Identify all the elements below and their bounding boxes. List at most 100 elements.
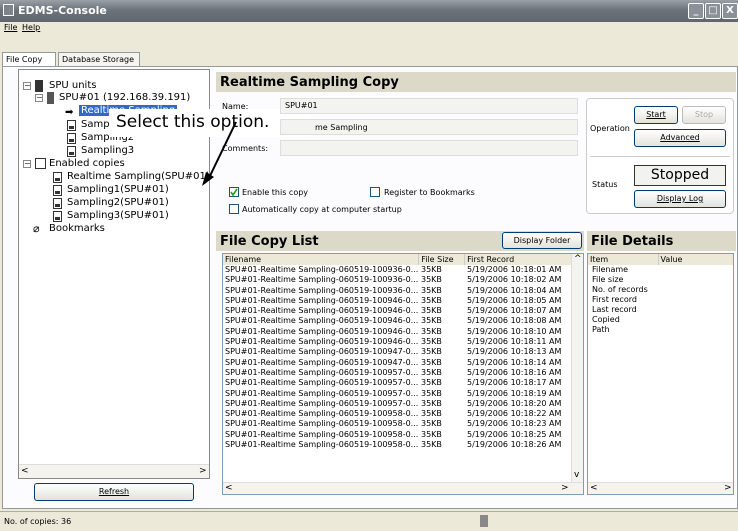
tree-enabled-copies[interactable]: Enabled copies	[49, 158, 125, 169]
table-row[interactable]: SPU#01-Realtime Sampling-060519-100957-0…	[223, 378, 573, 388]
tree-spu01[interactable]: SPU#01 (192.168.39.191)	[59, 92, 190, 103]
list-hscrollbar[interactable]: < >	[223, 482, 583, 494]
tree-spu-units[interactable]: SPU units	[49, 80, 96, 91]
register-bookmarks-checkbox[interactable]	[370, 187, 380, 197]
menu-help[interactable]: Help	[22, 23, 40, 32]
tree-copy-sampling3[interactable]: Sampling3(SPU#01)	[67, 210, 169, 221]
details-hscrollbar[interactable]: < >	[588, 482, 733, 494]
menu-bar: File Help	[0, 22, 738, 36]
start-button[interactable]: Start	[634, 106, 678, 124]
status-label: Status	[592, 180, 618, 189]
table-row[interactable]: SPU#01-Realtime Sampling-060519-100946-0…	[223, 337, 573, 347]
col-first-record[interactable]: First Record	[464, 254, 573, 265]
detail-item: Copied	[592, 315, 620, 324]
cell-file-size: 35KB	[421, 316, 442, 326]
table-row[interactable]: SPU#01-Realtime Sampling-060519-100958-0…	[223, 440, 573, 450]
table-row[interactable]: SPU#01-Realtime Sampling-060519-100957-0…	[223, 389, 573, 399]
table-row[interactable]: SPU#01-Realtime Sampling-060519-100936-0…	[223, 286, 573, 296]
status-badge: Stopped	[634, 165, 726, 186]
cell-filename: SPU#01-Realtime Sampling-060519-100957-0…	[225, 398, 419, 408]
cell-file-size: 35KB	[421, 347, 442, 357]
scroll-right-icon[interactable]: >	[561, 483, 569, 493]
table-row[interactable]: SPU#01-Realtime Sampling-060519-100946-0…	[223, 316, 573, 326]
copies-count: No. of copies: 36	[4, 517, 72, 526]
app-icon	[3, 4, 14, 16]
scroll-up-icon[interactable]: ^	[574, 254, 582, 264]
minimize-icon[interactable]: _	[688, 3, 704, 19]
table-row[interactable]: SPU#01-Realtime Sampling-060519-100946-0…	[223, 306, 573, 316]
file-icon	[53, 211, 62, 222]
table-row[interactable]: SPU#01-Realtime Sampling-060519-100947-0…	[223, 358, 573, 368]
source-field[interactable]: me Sampling	[280, 119, 578, 135]
advanced-button[interactable]: Advanced	[634, 129, 726, 147]
cell-filename: SPU#01-Realtime Sampling-060519-100936-0…	[225, 265, 419, 274]
tree-bookmarks[interactable]: Bookmarks	[49, 223, 105, 234]
close-icon[interactable]: X	[722, 3, 738, 19]
col-item[interactable]: Item	[588, 254, 659, 265]
tree-copy-sampling1[interactable]: Sampling1(SPU#01)	[67, 184, 169, 195]
auto-copy-checkbox[interactable]	[229, 204, 239, 214]
col-value[interactable]: Value	[658, 254, 733, 265]
cell-filename: SPU#01-Realtime Sampling-060519-100958-0…	[225, 429, 419, 439]
cell-filename: SPU#01-Realtime Sampling-060519-100946-0…	[225, 295, 419, 305]
cell-first-record: 5/19/2006 10:18:23 AM	[467, 419, 562, 429]
scroll-left-icon[interactable]: <	[590, 483, 598, 493]
scroll-left-icon[interactable]: <	[21, 466, 29, 476]
refresh-button[interactable]: Refresh	[34, 483, 194, 501]
table-row[interactable]: SPU#01-Realtime Sampling-060519-100958-0…	[223, 419, 573, 429]
cell-file-size: 35KB	[421, 409, 442, 419]
scroll-down-icon[interactable]: v	[574, 470, 579, 480]
detail-item: Filename	[592, 265, 629, 274]
table-row[interactable]: SPU#01-Realtime Sampling-060519-100958-0…	[223, 409, 573, 419]
cell-filename: SPU#01-Realtime Sampling-060519-100947-0…	[225, 357, 419, 367]
table-row[interactable]: SPU#01-Realtime Sampling-060519-100936-0…	[223, 265, 573, 275]
display-folder-button[interactable]: Display Folder	[502, 232, 582, 249]
cell-filename: SPU#01-Realtime Sampling-060519-100957-0…	[225, 378, 419, 388]
tab-file-copy[interactable]: File Copy	[2, 52, 56, 67]
tree-sampling3[interactable]: Sampling3	[81, 145, 134, 156]
register-bookmarks-label: Register to Bookmarks	[384, 188, 475, 197]
file-copy-list[interactable]: Filename File Size First Record SPU#01-R…	[222, 253, 584, 495]
name-field[interactable]: SPU#01	[280, 98, 578, 114]
cell-file-size: 35KB	[421, 388, 442, 398]
tree-copy-realtime[interactable]: Realtime Sampling(SPU#01)	[67, 171, 210, 182]
col-filename[interactable]: Filename	[223, 254, 420, 265]
tab-database-storage[interactable]: Database Storage	[58, 52, 140, 67]
collapse-icon[interactable]: −	[35, 94, 43, 102]
detail-item: Last record	[592, 305, 637, 314]
file-details[interactable]: Item Value Filename File size No. of recor…	[587, 253, 734, 495]
scroll-right-icon[interactable]: >	[199, 466, 207, 476]
table-row[interactable]: SPU#01-Realtime Sampling-060519-100947-0…	[223, 347, 573, 357]
file-icon	[67, 133, 76, 144]
cell-filename: SPU#01-Realtime Sampling-060519-100946-0…	[225, 326, 419, 336]
file-icon	[67, 146, 76, 157]
cell-first-record: 5/19/2006 10:18:04 AM	[467, 285, 562, 295]
cell-file-size: 35KB	[421, 275, 442, 285]
cell-filename: SPU#01-Realtime Sampling-060519-100946-0…	[225, 316, 419, 326]
table-row[interactable]: SPU#01-Realtime Sampling-060519-100957-0…	[223, 368, 573, 378]
table-row[interactable]: SPU#01-Realtime Sampling-060519-100946-0…	[223, 327, 573, 337]
tree-hscrollbar[interactable]: < >	[19, 464, 209, 478]
table-row[interactable]: SPU#01-Realtime Sampling-060519-100936-0…	[223, 275, 573, 285]
list-vscrollbar[interactable]: ^ v	[571, 254, 583, 482]
table-row[interactable]: SPU#01-Realtime Sampling-060519-100958-0…	[223, 430, 573, 440]
stop-button[interactable]: Stop	[682, 106, 726, 124]
menu-file[interactable]: File	[4, 23, 17, 32]
tree-copy-sampling2[interactable]: Sampling2(SPU#01)	[67, 197, 169, 208]
collapse-icon[interactable]: −	[23, 82, 31, 90]
scroll-left-icon[interactable]: <	[225, 483, 233, 493]
table-row[interactable]: SPU#01-Realtime Sampling-060519-100946-0…	[223, 296, 573, 306]
display-log-button[interactable]: Display Log	[634, 190, 726, 208]
maximize-icon[interactable]: □	[705, 3, 721, 19]
window-title: EDMS-Console	[18, 4, 107, 17]
source-value: me Sampling	[315, 123, 368, 132]
col-file-size[interactable]: File Size	[418, 254, 466, 265]
scroll-right-icon[interactable]: >	[724, 483, 732, 493]
comments-field[interactable]	[280, 140, 578, 156]
cell-first-record: 5/19/2006 10:18:14 AM	[467, 357, 562, 367]
title-bar: EDMS-Console _ □ X	[0, 0, 738, 22]
table-row[interactable]: SPU#01-Realtime Sampling-060519-100957-0…	[223, 399, 573, 409]
collapse-icon[interactable]: −	[23, 160, 31, 168]
cell-filename: SPU#01-Realtime Sampling-060519-100957-0…	[225, 367, 419, 377]
cell-first-record: 5/19/2006 10:18:08 AM	[467, 316, 562, 326]
